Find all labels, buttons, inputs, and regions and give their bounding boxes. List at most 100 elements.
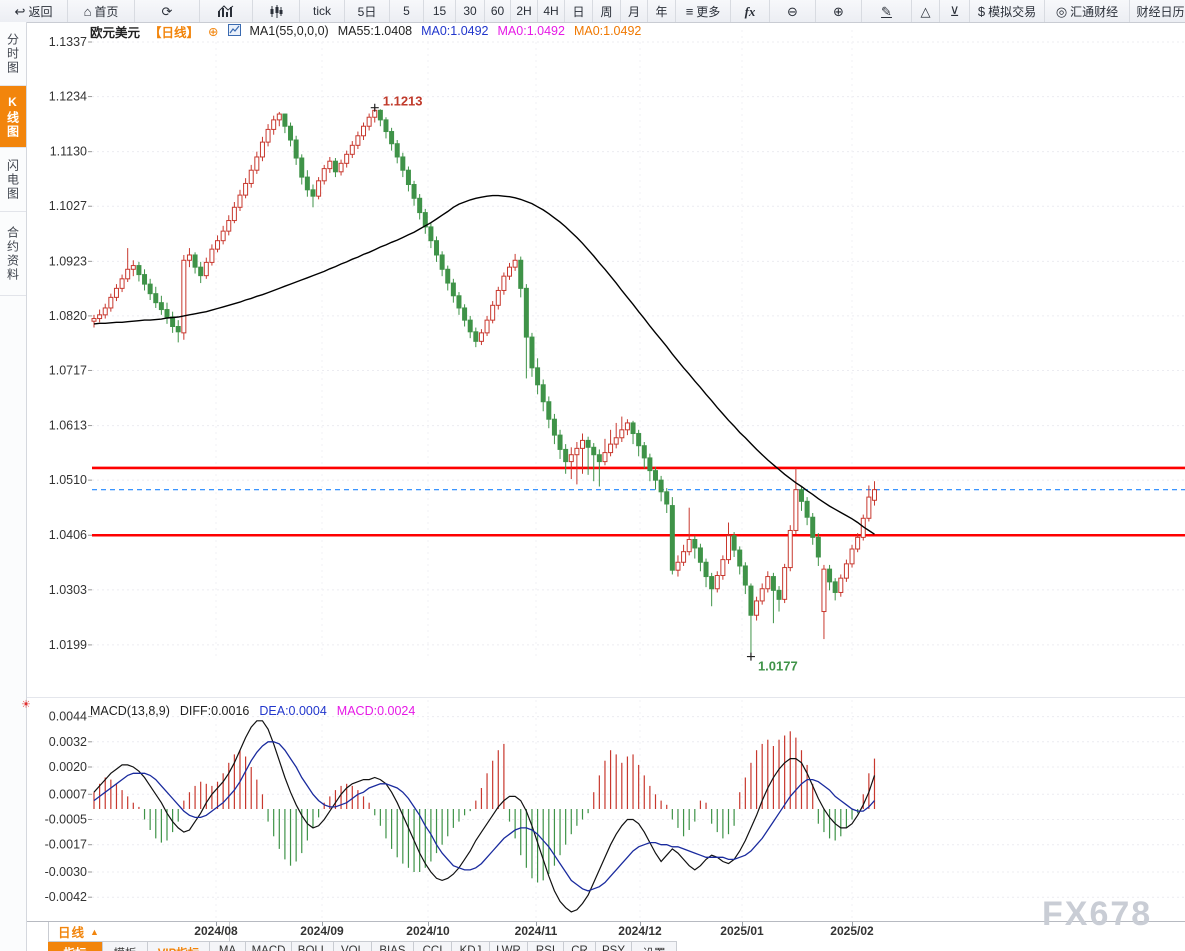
candle (418, 198, 422, 212)
candle (395, 144, 399, 157)
candle (350, 145, 354, 154)
candle (828, 569, 832, 582)
candle (799, 490, 803, 502)
tab-MA[interactable]: MA (210, 941, 246, 951)
tab-VOL[interactable]: VOL (334, 941, 372, 951)
candle (98, 315, 102, 319)
candle (232, 207, 236, 220)
candle (255, 157, 259, 170)
ma55-line (94, 196, 874, 535)
candle (508, 267, 512, 276)
price-tick-label: 1.0303 (49, 583, 87, 597)
tab-设置[interactable]: 设置 (632, 941, 677, 951)
macd-value: MACD:0.0024 (337, 704, 416, 718)
candle (491, 305, 495, 320)
y-axis-labels: 1.13371.12341.11301.10271.09231.08201.07… (45, 35, 92, 904)
tab-MACD[interactable]: MACD (246, 941, 292, 951)
candle (474, 332, 478, 342)
tab-BOLL[interactable]: BOLL (292, 941, 334, 951)
price-tick-label: 1.1337 (49, 35, 87, 49)
price-tick-label: 1.0613 (49, 419, 87, 433)
candle (114, 288, 118, 297)
candle (266, 129, 270, 142)
low-price-label: 1.0177 (758, 659, 798, 674)
candle (463, 308, 467, 320)
tab-模板[interactable]: 模板 (103, 941, 148, 951)
price-tick-label: 1.1027 (49, 199, 87, 213)
candle (839, 578, 843, 592)
tab-BIAS[interactable]: BIAS (372, 941, 414, 951)
symbol-name: 欧元美元 (90, 22, 140, 41)
candle (356, 136, 360, 146)
price-tick-label: 1.0199 (49, 638, 87, 652)
candle (682, 552, 686, 563)
candle (648, 458, 652, 471)
tab-RSI[interactable]: RSI (528, 941, 564, 951)
candle (103, 308, 107, 315)
candle (833, 582, 837, 593)
candle (726, 536, 730, 560)
candle (92, 319, 96, 322)
candle (704, 562, 708, 576)
candle (519, 260, 523, 288)
chart-canvas[interactable]: 1.12131.01771.13371.12341.11301.10271.09… (0, 0, 1185, 951)
annotations: 1.12131.0177 (371, 94, 798, 674)
tab-指标[interactable]: 指标 (48, 941, 103, 951)
candle (384, 120, 388, 132)
tab-PSY[interactable]: PSY (596, 941, 632, 951)
candle (401, 157, 405, 170)
candle (631, 423, 635, 434)
app-window: ↩返回⌂首页⟳tick5日51530602H4H日周月年≡更多fx⊖⊕✎△⊻$模… (0, 0, 1185, 951)
candle (856, 537, 860, 549)
candle (238, 195, 242, 207)
candle (558, 435, 562, 449)
candle (305, 177, 309, 190)
candle (783, 568, 787, 600)
candle (272, 120, 276, 130)
price-tick-label: 1.0717 (49, 363, 87, 377)
ma55-value: MA55:1.0408 (338, 24, 412, 38)
tab-LWR[interactable]: LWR (490, 941, 528, 951)
candle (676, 562, 680, 570)
candle (620, 430, 624, 438)
candle (665, 492, 669, 504)
ma55-layer (94, 196, 874, 535)
crosshair-marker (747, 653, 755, 661)
candle (362, 126, 366, 136)
tab-CR[interactable]: CR (564, 941, 596, 951)
watermark: FX678 (1042, 895, 1152, 933)
tab-CCI[interactable]: CCI (414, 941, 452, 951)
candle (496, 290, 500, 305)
candle (547, 402, 551, 419)
candle (844, 564, 848, 578)
price-tick-label: 1.0820 (49, 309, 87, 323)
candle (429, 227, 433, 241)
candle (294, 140, 298, 158)
macd-panel-header: MACD(13,8,9) DIFF:0.0016 DEA:0.0004 MACD… (90, 703, 415, 718)
diff-line (94, 721, 874, 912)
candle (788, 530, 792, 567)
candle (850, 549, 854, 564)
candle (435, 241, 439, 255)
indicator-settings-icon[interactable]: ☀ (21, 698, 31, 711)
add-indicator-icon[interactable]: ⊕ (208, 24, 218, 39)
candle (216, 241, 220, 249)
candle (406, 170, 410, 184)
candle (592, 447, 596, 454)
ma0-value-orange: MA0:1.0492 (574, 24, 641, 38)
diff-value: DIFF:0.0016 (180, 704, 249, 718)
macd-tick-label: -0.0017 (45, 838, 87, 852)
candle (816, 537, 820, 557)
candle (693, 539, 697, 547)
candle (732, 536, 736, 550)
candle (805, 501, 809, 517)
candle (210, 249, 214, 262)
candle (468, 320, 472, 332)
tab-VIP指标[interactable]: VIP指标 (148, 941, 210, 951)
price-tick-label: 1.0923 (49, 254, 87, 268)
indicator-tabs: 指标模板VIP指标MAMACDBOLLVOLBIASCCIKDJLWRRSICR… (48, 941, 677, 951)
price-tick-label: 1.0406 (49, 528, 87, 542)
tab-KDJ[interactable]: KDJ (452, 941, 490, 951)
candle (715, 576, 719, 589)
candle (143, 275, 147, 285)
